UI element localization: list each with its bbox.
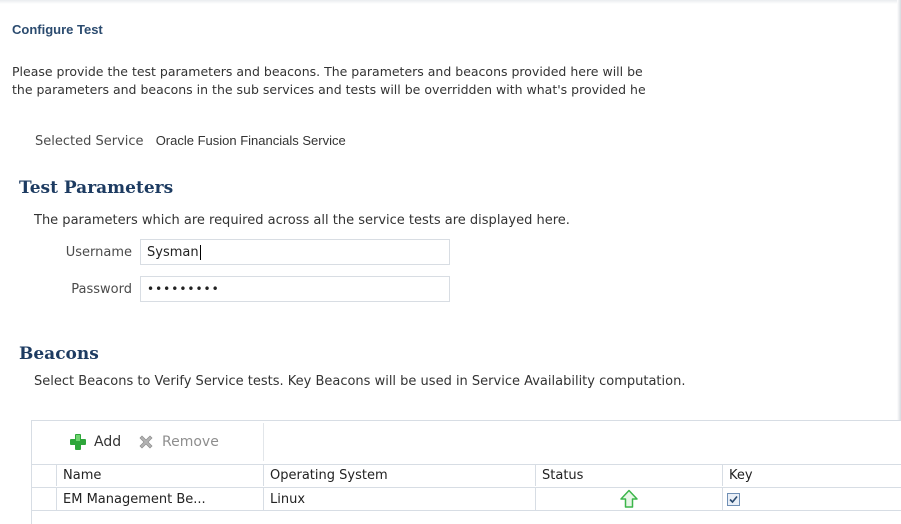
intro-text: Please provide the test parameters and b…	[12, 63, 646, 99]
beacon-key-cell	[723, 487, 901, 511]
password-mask: •••••••••	[147, 282, 220, 296]
intro-line-2: the parameters and beacons in the sub se…	[12, 82, 646, 97]
column-header-key[interactable]: Key	[723, 464, 901, 486]
row-selector-header	[32, 464, 57, 486]
beacons-table: Add Remove Name Operating System Status …	[31, 420, 901, 524]
checkmark-icon	[729, 495, 738, 503]
key-checkbox[interactable]	[727, 492, 740, 506]
top-edge	[0, 0, 901, 4]
beacons-heading: Beacons	[19, 344, 99, 364]
beacons-toolbar: Add Remove	[32, 421, 901, 463]
selected-service-row: Selected Service Oracle Fusion Financial…	[35, 133, 346, 149]
beacon-status-cell	[536, 487, 723, 511]
page-title: Configure Test	[12, 22, 103, 37]
username-label: Username	[65, 245, 132, 260]
column-header-status[interactable]: Status	[536, 464, 723, 486]
intro-line-1: Please provide the test parameters and b…	[12, 64, 643, 79]
test-parameters-heading: Test Parameters	[19, 178, 174, 198]
username-field[interactable]: Sysman	[140, 239, 450, 265]
add-button[interactable]: Add	[68, 432, 121, 452]
column-header-name[interactable]: Name	[57, 464, 264, 486]
beacons-description: Select Beacons to Verify Service tests. …	[34, 374, 686, 389]
remove-button[interactable]: Remove	[136, 432, 219, 452]
password-field[interactable]: •••••••••	[140, 276, 450, 302]
beacon-os-cell: Linux	[264, 487, 536, 511]
text-caret	[199, 244, 201, 260]
test-parameters-description: The parameters which are required across…	[34, 213, 570, 228]
beacon-name-cell: EM Management Be...	[57, 487, 264, 511]
password-label: Password	[71, 282, 132, 297]
selected-service-value: Oracle Fusion Financials Service	[155, 133, 346, 148]
add-button-label: Add	[94, 434, 122, 450]
row-selector[interactable]	[32, 487, 57, 511]
username-value: Sysman	[147, 244, 199, 260]
column-header-operating-system[interactable]: Operating System	[264, 464, 536, 486]
plus-icon	[70, 434, 86, 450]
remove-button-label: Remove	[162, 434, 219, 450]
up-arrow-icon	[620, 489, 638, 508]
selected-service-label: Selected Service	[35, 134, 144, 149]
toolbar-divider	[263, 423, 264, 461]
remove-x-icon	[139, 435, 153, 449]
